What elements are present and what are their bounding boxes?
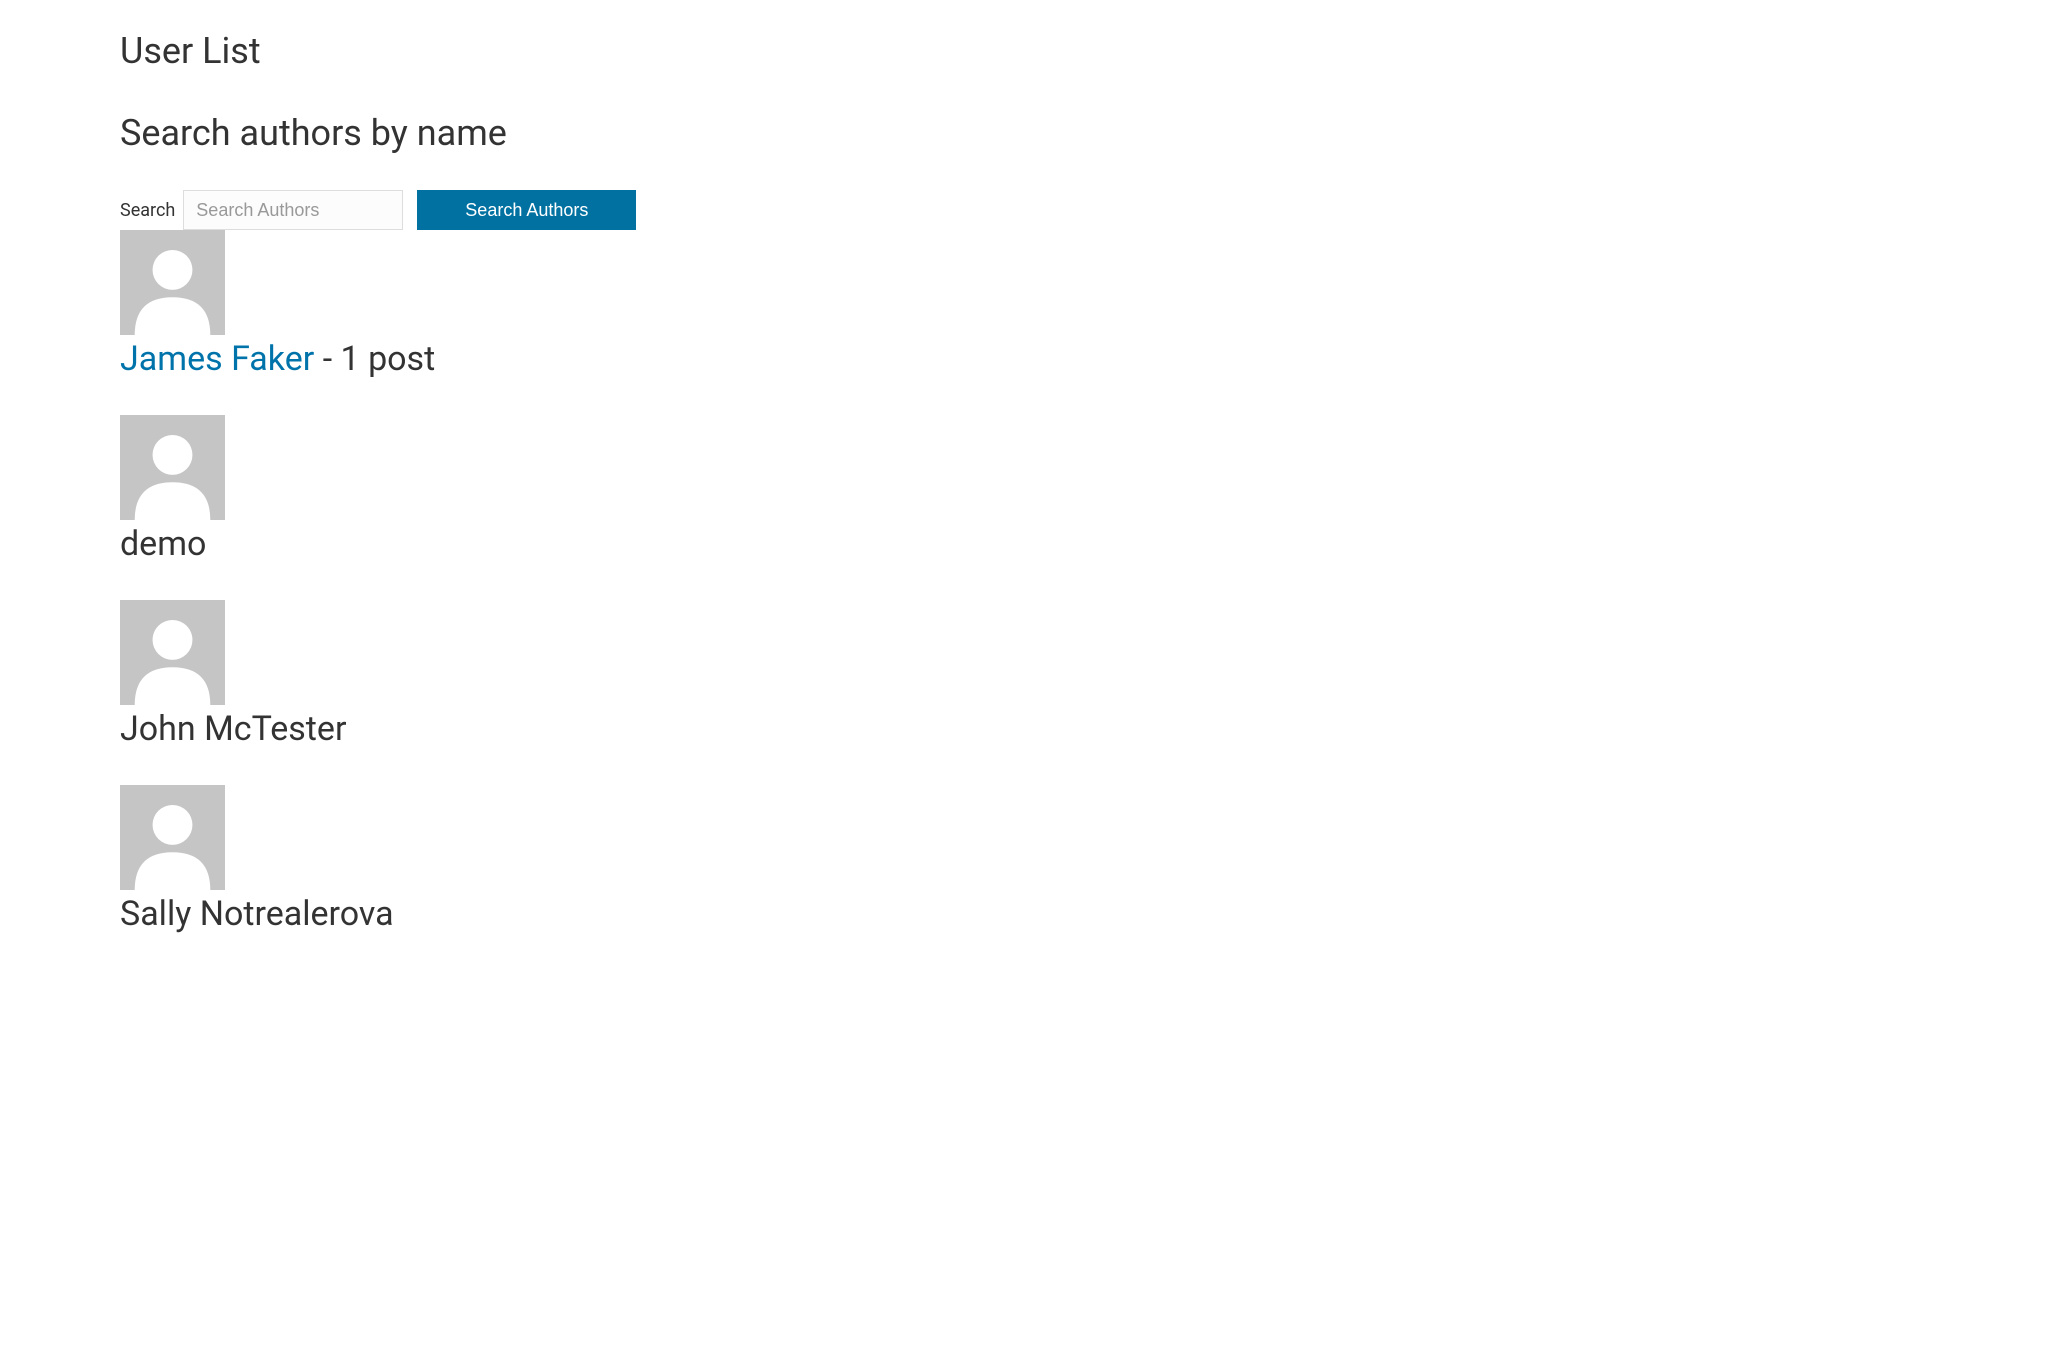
- search-input[interactable]: [183, 190, 403, 230]
- user-name: Sally Notrealerova: [120, 894, 394, 934]
- avatar-icon: [120, 415, 225, 520]
- user-name-row: Sally Notrealerova: [120, 894, 2062, 934]
- search-authors-button[interactable]: Search Authors: [417, 190, 636, 230]
- list-item: Sally Notrealerova: [120, 785, 2062, 934]
- search-form: Search Search Authors: [120, 190, 2062, 230]
- user-name-row: James Faker - 1 post: [120, 339, 2062, 379]
- post-count: - 1 post: [314, 339, 435, 379]
- page-title: User List: [120, 30, 2062, 72]
- avatar-icon: [120, 785, 225, 890]
- list-item: James Faker - 1 post: [120, 230, 2062, 379]
- user-name: John McTester: [120, 709, 346, 749]
- avatar-icon: [120, 600, 225, 705]
- user-name: demo: [120, 524, 206, 564]
- list-item: John McTester: [120, 600, 2062, 749]
- search-label: Search: [120, 200, 175, 221]
- list-item: demo: [120, 415, 2062, 564]
- avatar-icon: [120, 230, 225, 335]
- user-name-row: demo: [120, 524, 2062, 564]
- section-heading: Search authors by name: [120, 112, 2062, 154]
- user-link[interactable]: James Faker: [120, 339, 314, 379]
- user-name-row: John McTester: [120, 709, 2062, 749]
- user-list: James Faker - 1 post demo John McTester …: [120, 230, 2062, 934]
